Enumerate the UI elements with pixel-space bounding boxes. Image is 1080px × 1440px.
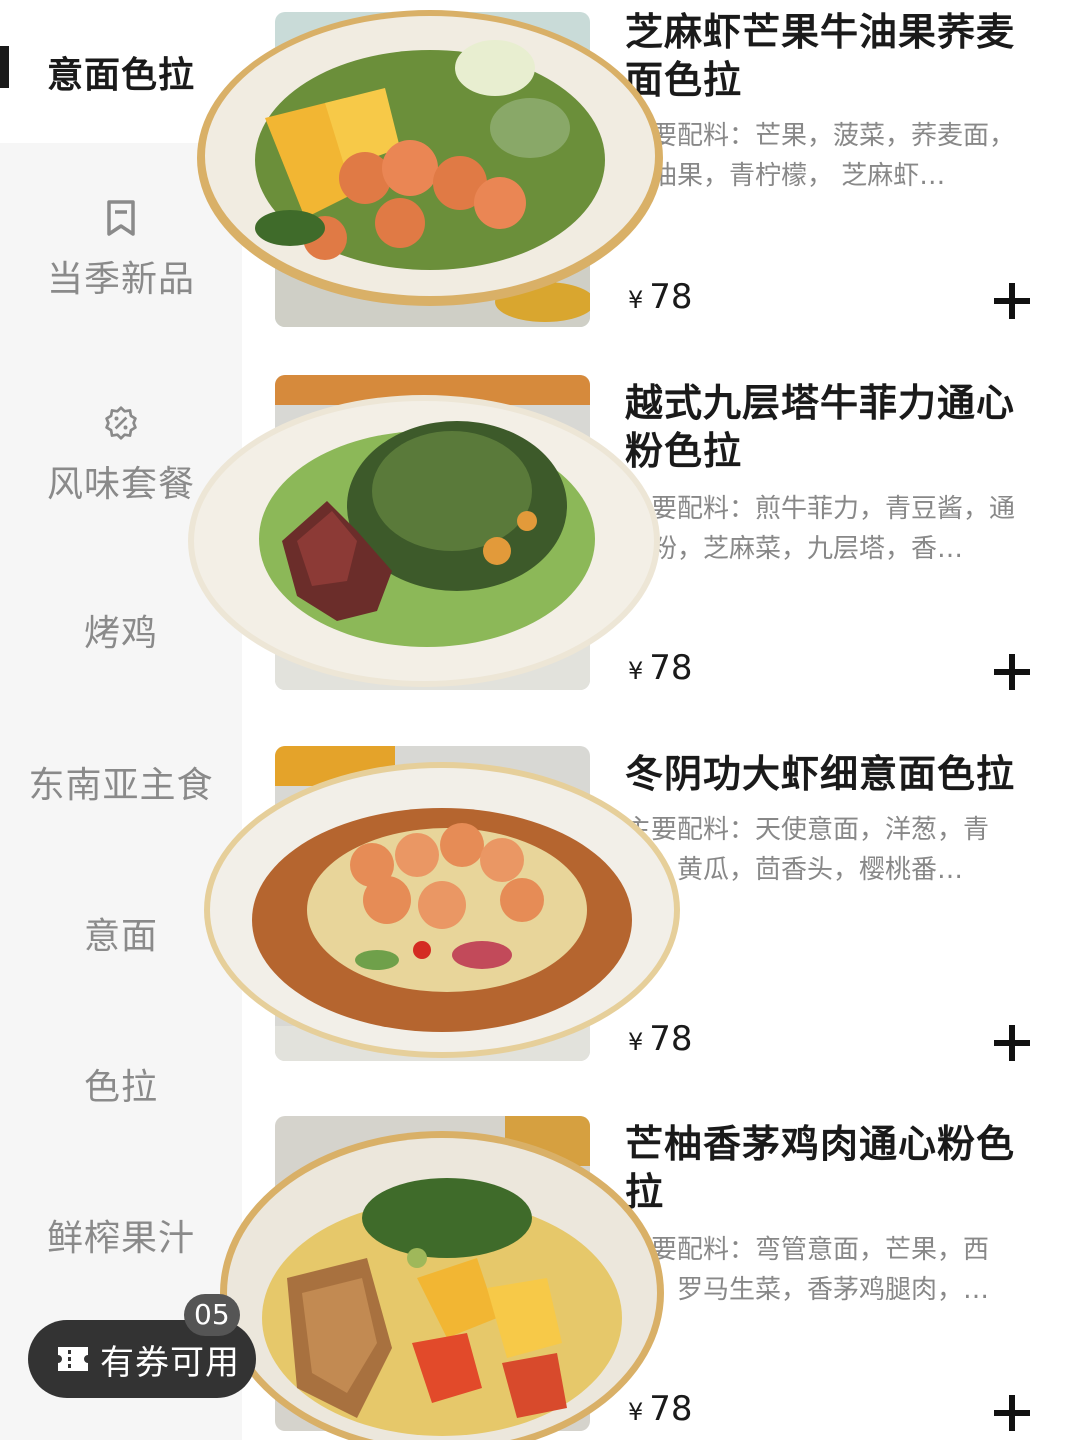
category-label: 意面色拉	[46, 54, 195, 96]
price-value: 78	[649, 1019, 693, 1059]
product-price: ¥78	[628, 1389, 693, 1429]
bookmark-icon	[107, 200, 135, 236]
currency-symbol: ¥	[628, 1028, 644, 1056]
product-title: 越式九层塔牛菲力通心粉色拉	[625, 381, 1016, 473]
product-title: 冬阴功大虾细意面色拉	[625, 752, 1016, 796]
price-value: 78	[649, 648, 693, 688]
category-label: 色拉	[83, 1067, 158, 1108]
price-value: 78	[649, 1389, 693, 1429]
dish-photo	[202, 760, 682, 1060]
category-label: 烤鸡	[83, 613, 158, 654]
product-title: 芒柚香茅鸡肉通心粉色拉	[625, 1122, 1016, 1214]
product-list: 芝麻虾芒果牛油果荞麦面色拉 主要配料：芒果，菠菜，荞麦面，牛油果，青柠檬， 芝麻…	[188, 0, 1080, 1440]
product-title: 芝麻虾芒果牛油果荞麦面色拉	[625, 10, 1016, 102]
product-description: 主要配料：弯管意面，芒果，西芹，罗马生菜，香茅鸡腿肉，…	[625, 1235, 990, 1305]
product-description: 主要配料：煎牛菲力，青豆酱，通心粉，芝麻菜，九层塔，香…	[625, 494, 1016, 564]
product-description: 主要配料：天使意面，洋葱，青瓜，黄瓜，茴香头，樱桃番…	[625, 815, 990, 885]
category-label: 意面	[83, 916, 158, 957]
add-to-cart-button[interactable]	[994, 1021, 1038, 1065]
ticket-icon	[58, 1347, 88, 1371]
coupon-label: 有券可用	[100, 1342, 240, 1383]
product-description: 主要配料：芒果，菠菜，荞麦面，牛油果，青柠檬， 芝麻虾…	[625, 121, 1016, 191]
coupon-count-badge: 05	[184, 1294, 240, 1336]
category-label: 风味套餐	[46, 464, 195, 505]
currency-symbol: ¥	[628, 286, 644, 314]
add-to-cart-button[interactable]	[994, 1391, 1038, 1435]
currency-symbol: ¥	[628, 657, 644, 685]
dish-photo	[195, 8, 665, 308]
product-price: ¥78	[628, 648, 693, 688]
product-card[interactable]: 越式九层塔牛菲力通心粉色拉 主要配料：煎牛菲力，青豆酱，通心粉，芝麻菜，九层塔，…	[188, 371, 1080, 741]
add-to-cart-button[interactable]	[994, 279, 1038, 323]
product-card[interactable]: 芒柚香茅鸡肉通心粉色拉 主要配料：弯管意面，芒果，西芹，罗马生菜，香茅鸡腿肉，……	[220, 1112, 1080, 1440]
add-to-cart-button[interactable]	[994, 650, 1038, 694]
category-label: 东南亚主食	[28, 765, 214, 806]
discount-badge-icon	[105, 406, 137, 440]
dish-photo	[187, 391, 662, 689]
product-price: ¥78	[628, 277, 693, 317]
product-card[interactable]: 芝麻虾芒果牛油果荞麦面色拉 主要配料：芒果，菠菜，荞麦面，牛油果，青柠檬， 芝麻…	[197, 0, 1080, 370]
category-label: 鲜榨果汁	[46, 1218, 195, 1259]
category-item-fresh-juice[interactable]: 鲜榨果汁	[0, 1195, 242, 1275]
currency-symbol: ¥	[628, 1398, 644, 1426]
product-card[interactable]: 冬阴功大虾细意面色拉 主要配料：天使意面，洋葱，青瓜，黄瓜，茴香头，樱桃番… ¥…	[204, 742, 1080, 1112]
category-label: 当季新品	[46, 259, 195, 300]
product-price: ¥78	[628, 1019, 693, 1059]
price-value: 78	[649, 277, 693, 317]
dish-photo	[217, 1128, 667, 1440]
